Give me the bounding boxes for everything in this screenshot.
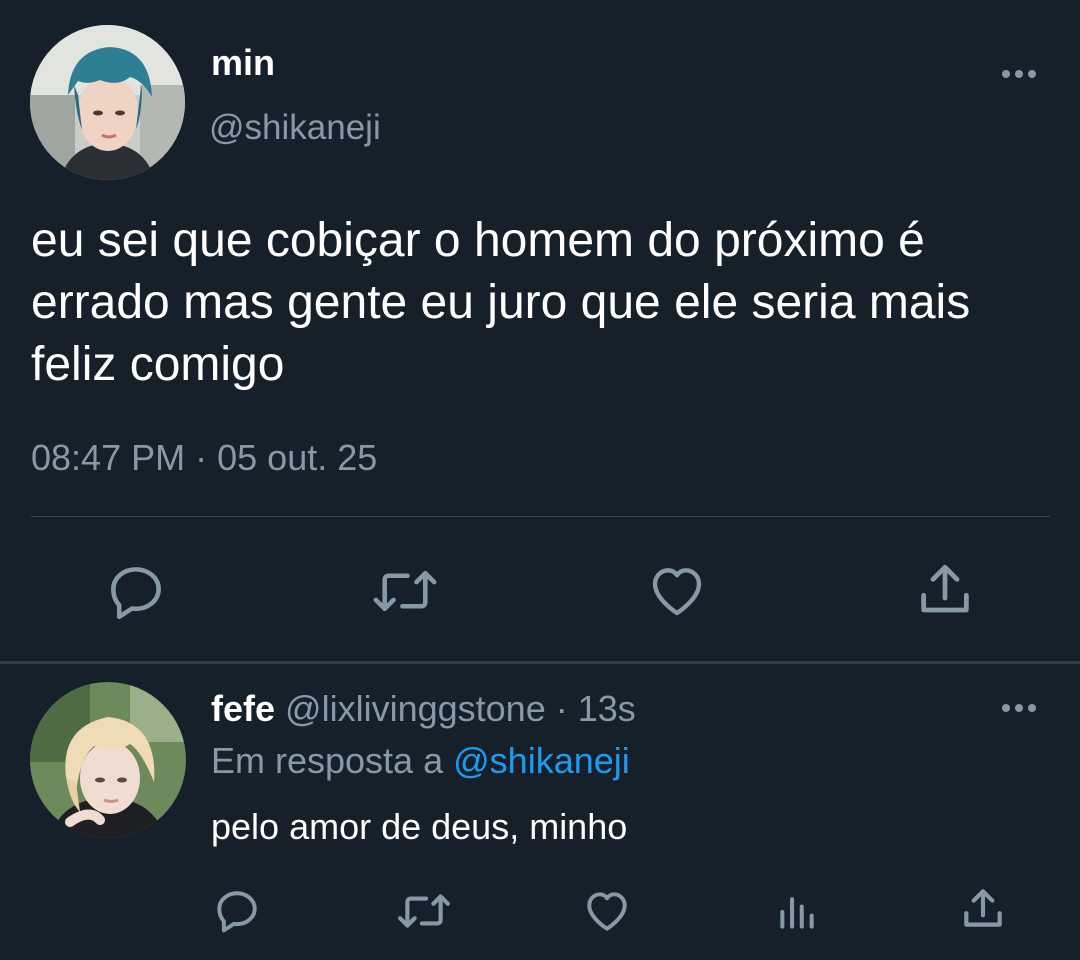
views-button[interactable] [775, 890, 819, 934]
author-handle[interactable]: @shikaneji [209, 108, 381, 148]
share-icon [921, 564, 969, 613]
reply-button[interactable] [104, 560, 168, 624]
reply-button[interactable] [212, 886, 262, 936]
divider [31, 516, 1050, 517]
share-button[interactable] [913, 558, 977, 622]
like-button[interactable] [582, 886, 632, 936]
thread-divider [0, 661, 1080, 664]
avatar-image [30, 682, 186, 838]
reply-author-avatar[interactable] [30, 682, 186, 838]
reply-age[interactable]: 13s [578, 688, 636, 729]
views-icon [780, 897, 814, 929]
reply-icon [111, 567, 161, 620]
share-button[interactable] [958, 884, 1008, 934]
retweet-icon [373, 570, 437, 612]
reply-author-handle[interactable]: @lixlivinggstone [285, 688, 546, 729]
tweet-time: 08:47 PM [31, 437, 186, 478]
more-options-icon[interactable] [1000, 63, 1038, 85]
author-avatar[interactable] [30, 25, 185, 180]
meta-separator: · [195, 437, 208, 478]
reply-icon [217, 891, 257, 933]
tweet-thread-page: min @shikaneji eu sei que cobiçar o home… [0, 0, 1080, 960]
retweet-button[interactable] [397, 888, 451, 934]
reply-author-name[interactable]: fefe [211, 688, 275, 729]
reply-context: Em resposta a @shikaneji [211, 740, 630, 782]
reply-prefix: Em resposta a [211, 740, 444, 781]
tweet-text: eu sei que cobiçar o homem do próximo é … [31, 214, 971, 391]
reply-header: fefe @lixlivinggstone · 13s [211, 688, 636, 730]
like-icon [652, 568, 702, 616]
reply-mention-link[interactable]: @shikaneji [453, 740, 630, 781]
like-button[interactable] [646, 560, 708, 622]
reply-text: pelo amor de deus, minho [211, 806, 628, 847]
tweet-date: 05 out. 25 [217, 437, 378, 478]
tweet-timestamp[interactable]: 08:47 PM · 05 out. 25 [31, 437, 377, 479]
author-name[interactable]: min [211, 42, 275, 84]
retweet-button[interactable] [372, 563, 438, 619]
main-tweet: min @shikaneji eu sei que cobiçar o home… [0, 0, 1080, 662]
retweet-icon [398, 894, 450, 928]
reply-separator: · [555, 688, 568, 729]
like-icon [587, 892, 627, 931]
more-options-icon[interactable] [1000, 697, 1038, 719]
share-icon [964, 889, 1002, 927]
avatar-image [30, 25, 185, 180]
